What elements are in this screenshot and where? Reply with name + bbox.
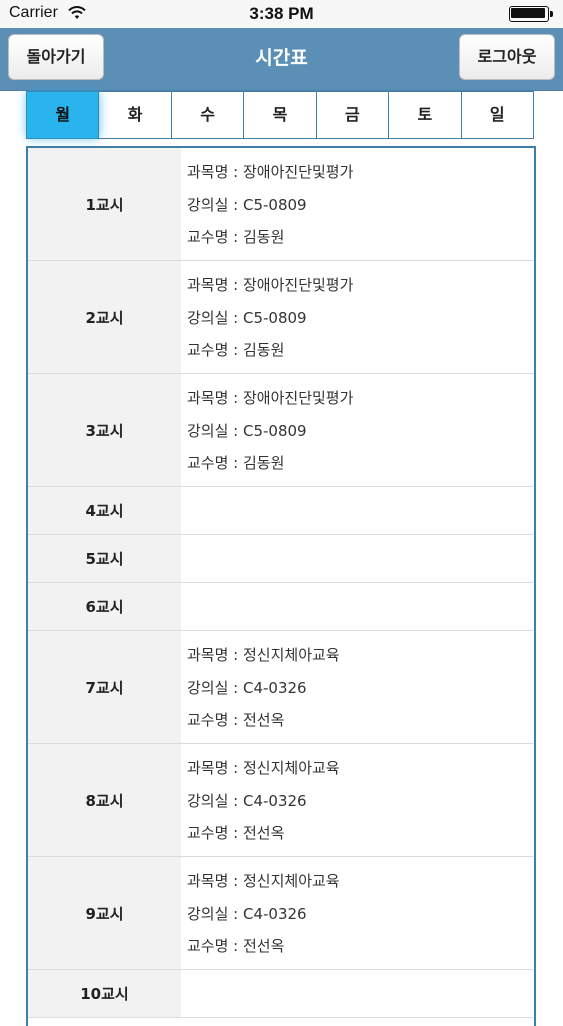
day-tab[interactable]: 월	[27, 92, 100, 138]
subject-value: 정신지체아교육	[243, 759, 340, 777]
back-button[interactable]: 돌아가기	[8, 34, 104, 80]
period-row: 6교시	[28, 583, 534, 631]
period-info	[181, 487, 534, 534]
room-line: 강의실 : C4-0326	[187, 674, 534, 707]
period-row: 4교시	[28, 487, 534, 535]
subject-line: 과목명 : 장애아진단및평가	[187, 158, 534, 191]
period-info	[181, 970, 534, 1017]
professor-line: 교수명 : 전선옥	[187, 932, 534, 965]
nav-bar: 시간표 돌아가기 로그아웃	[0, 28, 563, 91]
professor-label: 교수명 :	[187, 711, 243, 729]
room-value: C5-0809	[243, 195, 307, 214]
period-info: 과목명 : 정신지체아교육 강의실 : C4-0326 교수명 : 전선옥	[181, 857, 534, 969]
period-label: 5교시	[28, 535, 181, 582]
period-row: 8교시 과목명 : 정신지체아교육 강의실 : C4-0326 교수명 : 전선옥	[28, 744, 534, 857]
subject-value: 정신지체아교육	[243, 646, 340, 664]
period-info: 과목명 : 장애아진단및평가 강의실 : C5-0809 교수명 : 김동원	[181, 261, 534, 373]
period-label: 8교시	[28, 744, 181, 856]
subject-value: 장애아진단및평가	[243, 276, 354, 294]
day-tab[interactable]: 일	[462, 92, 533, 138]
professor-value: 전선옥	[243, 937, 285, 955]
subject-line: 과목명 : 정신지체아교육	[187, 641, 534, 674]
subject-label: 과목명 :	[187, 759, 243, 777]
subject-label: 과목명 :	[187, 646, 243, 664]
subject-line: 과목명 : 정신지체아교육	[187, 867, 534, 900]
professor-line: 교수명 : 전선옥	[187, 819, 534, 852]
day-tabs: 월화수목금토일	[26, 91, 534, 139]
room-value: C4-0326	[243, 678, 307, 697]
period-label: 7교시	[28, 631, 181, 743]
room-label: 강의실 :	[187, 904, 243, 923]
room-line: 강의실 : C5-0809	[187, 304, 534, 337]
room-label: 강의실 :	[187, 195, 243, 214]
professor-label: 교수명 :	[187, 824, 243, 842]
room-value: C5-0809	[243, 421, 307, 440]
subject-line: 과목명 : 정신지체아교육	[187, 754, 534, 787]
professor-line: 교수명 : 김동원	[187, 223, 534, 256]
room-line: 강의실 : C5-0809	[187, 191, 534, 224]
professor-value: 전선옥	[243, 824, 285, 842]
period-label: 3교시	[28, 374, 181, 486]
period-info: 과목명 : 정신지체아교육 강의실 : C4-0326 교수명 : 전선옥	[181, 631, 534, 743]
professor-label: 교수명 :	[187, 228, 243, 246]
period-row: 5교시	[28, 535, 534, 583]
period-info: 과목명 : 장애아진단및평가 강의실 : C5-0809 교수명 : 김동원	[181, 374, 534, 486]
room-label: 강의실 :	[187, 308, 243, 327]
period-row: 1교시 과목명 : 장애아진단및평가 강의실 : C5-0809 교수명 : 김동원	[28, 148, 534, 261]
room-label: 강의실 :	[187, 421, 243, 440]
room-label: 강의실 :	[187, 678, 243, 697]
period-label: 9교시	[28, 857, 181, 969]
subject-label: 과목명 :	[187, 389, 243, 407]
timetable: 1교시 과목명 : 장애아진단및평가 강의실 : C5-0809 교수명 : 김동원 2…	[26, 146, 536, 1026]
period-info: 과목명 : 정신지체아교육 강의실 : C4-0326 교수명 : 전선옥	[181, 744, 534, 856]
subject-line: 과목명 : 장애아진단및평가	[187, 271, 534, 304]
period-info	[181, 583, 534, 630]
room-line: 강의실 : C4-0326	[187, 787, 534, 820]
subject-line: 과목명 : 장애아진단및평가	[187, 384, 534, 417]
period-row: 9교시 과목명 : 정신지체아교육 강의실 : C4-0326 교수명 : 전선옥	[28, 857, 534, 970]
battery-icon	[509, 6, 555, 22]
period-info: 과목명 : 장애아진단및평가 강의실 : C5-0809 교수명 : 김동원	[181, 148, 534, 260]
period-label: 4교시	[28, 487, 181, 534]
room-label: 강의실 :	[187, 791, 243, 810]
professor-line: 교수명 : 김동원	[187, 336, 534, 369]
professor-value: 김동원	[243, 228, 285, 246]
professor-value: 전선옥	[243, 711, 285, 729]
professor-line: 교수명 : 전선옥	[187, 706, 534, 739]
room-line: 강의실 : C5-0809	[187, 417, 534, 450]
professor-line: 교수명 : 김동원	[187, 449, 534, 482]
period-row: 10교시	[28, 970, 534, 1018]
period-info	[181, 535, 534, 582]
subject-label: 과목명 :	[187, 276, 243, 294]
room-value: C4-0326	[243, 791, 307, 810]
period-label: 2교시	[28, 261, 181, 373]
professor-label: 교수명 :	[187, 454, 243, 472]
day-tab[interactable]: 금	[317, 92, 390, 138]
room-value: C4-0326	[243, 904, 307, 923]
room-value: C5-0809	[243, 308, 307, 327]
subject-value: 장애아진단및평가	[243, 389, 354, 407]
professor-label: 교수명 :	[187, 937, 243, 955]
period-row: 2교시 과목명 : 장애아진단및평가 강의실 : C5-0809 교수명 : 김동원	[28, 261, 534, 374]
day-tab[interactable]: 수	[172, 92, 245, 138]
professor-label: 교수명 :	[187, 341, 243, 359]
subject-label: 과목명 :	[187, 872, 243, 890]
day-tab[interactable]: 화	[99, 92, 172, 138]
day-tab[interactable]: 토	[389, 92, 462, 138]
period-label: 10교시	[28, 970, 181, 1017]
status-time: 3:38 PM	[249, 4, 314, 23]
period-label: 6교시	[28, 583, 181, 630]
room-line: 강의실 : C4-0326	[187, 900, 534, 933]
subject-label: 과목명 :	[187, 163, 243, 181]
period-label: 1교시	[28, 148, 181, 260]
period-row: 3교시 과목명 : 장애아진단및평가 강의실 : C5-0809 교수명 : 김동원	[28, 374, 534, 487]
logout-button[interactable]: 로그아웃	[459, 34, 555, 80]
day-tab[interactable]: 목	[244, 92, 317, 138]
period-row: 7교시 과목명 : 정신지체아교육 강의실 : C4-0326 교수명 : 전선옥	[28, 631, 534, 744]
professor-value: 김동원	[243, 341, 285, 359]
status-bar: Carrier 3:38 PM	[0, 0, 563, 28]
subject-value: 장애아진단및평가	[243, 163, 354, 181]
subject-value: 정신지체아교육	[243, 872, 340, 890]
professor-value: 김동원	[243, 454, 285, 472]
